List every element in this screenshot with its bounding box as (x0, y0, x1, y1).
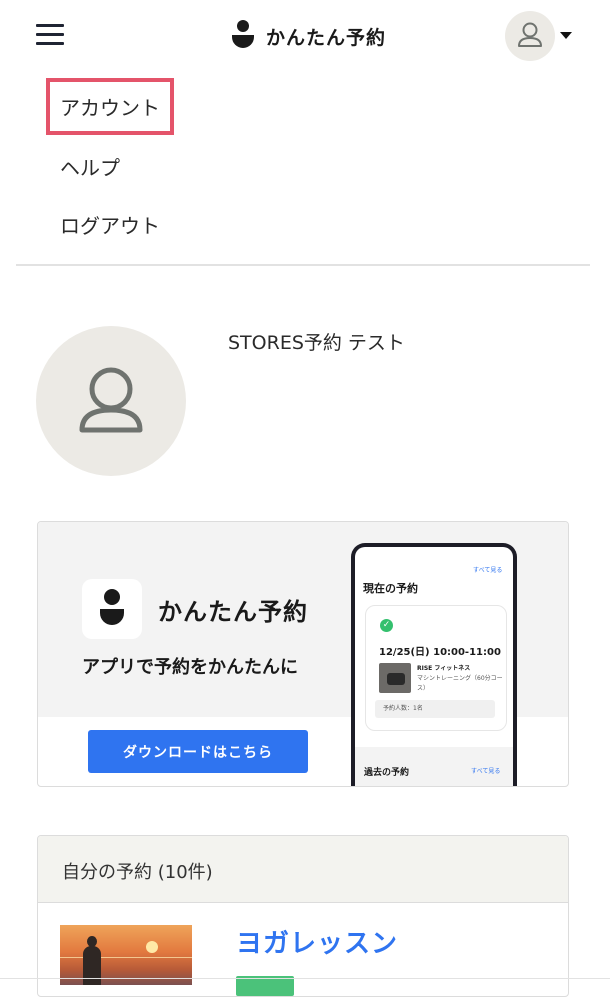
phone-see-all-past-link: すべて見る (471, 768, 501, 775)
profile-avatar (36, 326, 186, 476)
user-avatar-button[interactable] (505, 11, 555, 61)
logo-text: かんたん予約 (266, 26, 387, 49)
phone-mockup: すべて見る 現在の予約 ✓ 12/25(日) 10:00-11:00 RISE … (351, 543, 517, 786)
logo-mark-icon (232, 20, 254, 52)
user-icon (79, 367, 143, 433)
app-header: かんたん予約 (0, 0, 610, 72)
menu-item-logout[interactable]: ログアウト (60, 210, 160, 239)
phone-see-all-link: すべて見る (473, 567, 503, 574)
bottom-divider (0, 978, 610, 979)
profile-name: STORES予約 テスト (228, 332, 405, 354)
phone-screen: すべて見る 現在の予約 ✓ 12/25(日) 10:00-11:00 RISE … (355, 547, 513, 786)
phone-shop-name: RISE フィットネス (417, 665, 471, 672)
menu-item-account[interactable]: アカウント (46, 78, 174, 135)
reservation-thumbnail[interactable] (60, 925, 192, 985)
menu-item-help[interactable]: ヘルプ (60, 152, 120, 181)
phone-thumbnail (379, 663, 411, 693)
phone-reservation-card: ✓ 12/25(日) 10:00-11:00 RISE フィットネス マシントレ… (365, 605, 507, 731)
phone-date-time: 12/25(日) 10:00-11:00 (379, 647, 501, 658)
caret-down-icon[interactable] (560, 32, 572, 39)
my-reservations-section: 自分の予約 (10件) ヨガレッスン (37, 835, 569, 997)
status-badge (236, 976, 294, 996)
download-button[interactable]: ダウンロードはこちら (88, 730, 308, 773)
hamburger-menu-icon[interactable] (36, 24, 64, 46)
reservations-header: 自分の予約 (10件) (38, 836, 568, 903)
app-logo[interactable]: かんたん予約 (232, 18, 386, 54)
phone-course: マシントレーニング（60分コース） (417, 675, 503, 692)
phone-people: 予約人数：1名 (375, 700, 495, 718)
phone-current-title: 現在の予約 (363, 582, 418, 595)
user-icon (518, 22, 542, 47)
banner-app-name: かんたん予約 (158, 598, 308, 626)
app-download-banner: かんたん予約 アプリで予約をかんたんに ダウンロードはこちら すべて見る 現在の… (37, 521, 569, 787)
app-icon (82, 579, 142, 639)
check-icon: ✓ (380, 619, 393, 632)
reservation-name-link[interactable]: ヨガレッスン (236, 923, 398, 960)
banner-tagline: アプリで予約をかんたんに (82, 657, 298, 678)
reservations-title: 自分の予約 (10件) (62, 862, 213, 883)
phone-past-title: 過去の予約 (364, 768, 410, 778)
menu-divider (16, 264, 590, 266)
